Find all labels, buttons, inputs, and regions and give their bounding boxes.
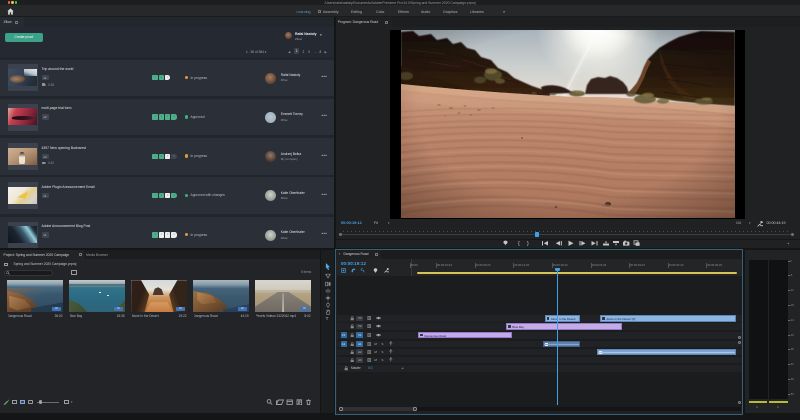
svg-text:{: { [518, 242, 520, 247]
svg-text:}: } [527, 242, 529, 247]
